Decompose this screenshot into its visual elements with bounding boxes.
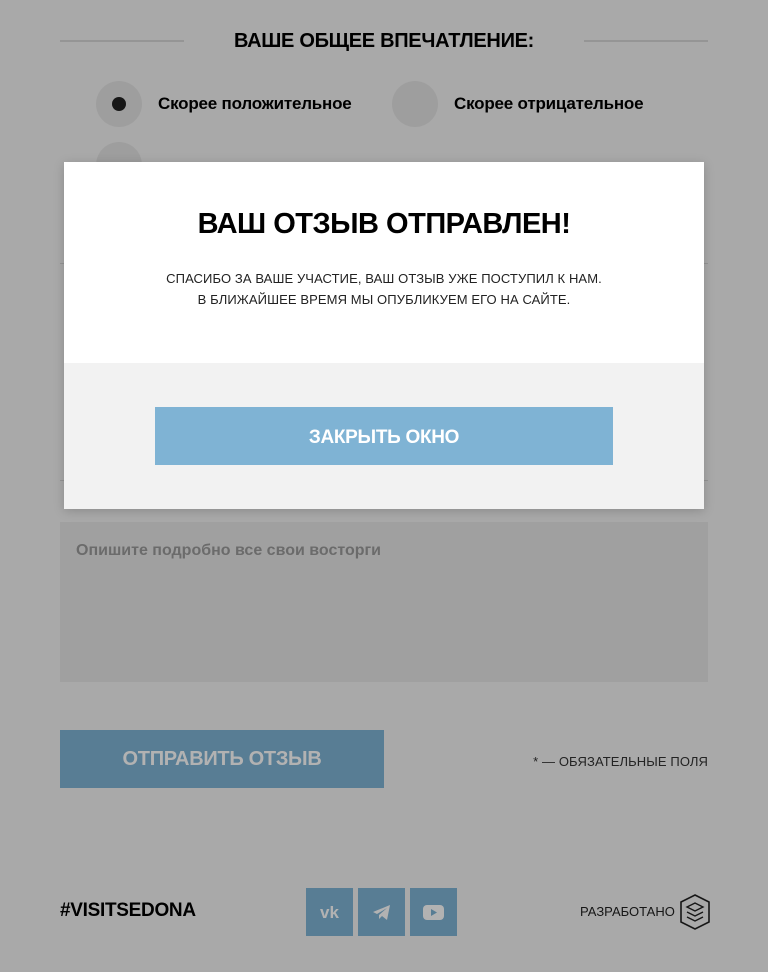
modal-footer: ЗАКРЫТЬ ОКНО (64, 363, 704, 509)
modal-content: ВАШ ОТЗЫВ ОТПРАВЛЕН! СПАСИБО ЗА ВАШЕ УЧА… (64, 162, 704, 363)
success-modal: ВАШ ОТЗЫВ ОТПРАВЛЕН! СПАСИБО ЗА ВАШЕ УЧА… (64, 162, 704, 509)
modal-message-line: В БЛИЖАЙШЕЕ ВРЕМЯ МЫ ОПУБЛИКУЕМ ЕГО НА С… (197, 292, 571, 307)
close-modal-button[interactable]: ЗАКРЫТЬ ОКНО (155, 407, 613, 465)
modal-message-line: СПАСИБО ЗА ВАШЕ УЧАСТИЕ, ВАШ ОТЗЫВ УЖЕ П… (166, 271, 602, 286)
modal-title: ВАШ ОТЗЫВ ОТПРАВЛЕН! (197, 208, 571, 240)
